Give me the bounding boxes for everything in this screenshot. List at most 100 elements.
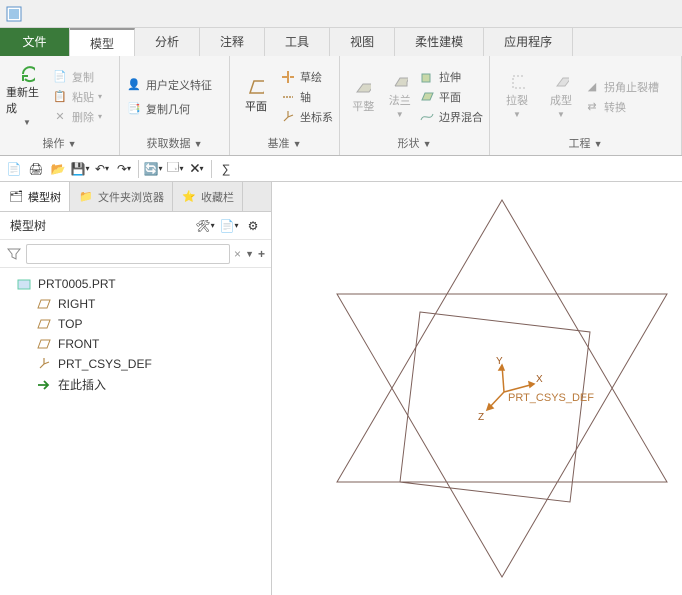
sketch-button[interactable]: 草绘	[280, 69, 333, 85]
model-tree: PRT0005.PRT RIGHT TOP FRONT PRT_CSYS_DEF…	[0, 268, 271, 595]
filter-add-icon[interactable]: +	[258, 247, 265, 261]
csys-icon	[280, 109, 296, 125]
plane2-button[interactable]: 平面	[419, 89, 483, 105]
new-icon[interactable]: 📄	[6, 161, 22, 177]
falan-button[interactable]: 法兰▼	[383, 60, 418, 133]
csys-label: PRT_CSYS_DEF	[508, 392, 594, 404]
filter-clear-icon[interactable]: ×	[234, 247, 241, 261]
tools-icon[interactable]: 🛠▾	[197, 218, 213, 234]
group-datum: 平面 草绘 轴 坐标系 基准 ▼	[230, 56, 340, 155]
delete-icon: ✕	[52, 109, 68, 125]
falan-icon	[392, 74, 408, 90]
zhuanhuan-button[interactable]: ⇄转换	[584, 99, 659, 115]
group-shape: 平整 法兰▼ 拉伸 平面 边界混合 形状 ▼	[340, 56, 490, 155]
csys-button[interactable]: 坐标系	[280, 109, 333, 125]
part-icon	[16, 276, 32, 292]
copy-button[interactable]: 📄复制	[52, 69, 102, 85]
side-head: 模型树 🛠▾ 📄▾ ⚙	[0, 212, 271, 240]
tree-item[interactable]: RIGHT	[8, 294, 263, 314]
copy-geom-icon: 📑	[126, 101, 142, 117]
paste-button[interactable]: 📋粘贴▾	[52, 89, 102, 105]
regenerate-icon	[19, 66, 35, 82]
tab-annotate[interactable]: 注释	[200, 28, 265, 56]
viewport[interactable]: X Y Z PRT_CSYS_DEF	[272, 182, 682, 595]
viewport-svg: X Y Z	[272, 182, 682, 595]
plane-button[interactable]: 平面	[236, 60, 276, 133]
save-icon[interactable]: 💾▾	[72, 161, 88, 177]
side-title: 模型树	[10, 217, 46, 234]
tree-icon: 🗂	[8, 189, 24, 205]
regen-icon[interactable]: 🔄▾	[145, 161, 161, 177]
folder-icon: 📁	[78, 189, 94, 205]
pingzheng-icon	[355, 80, 371, 96]
lalie-icon	[509, 74, 525, 90]
datum-plane-icon	[36, 336, 52, 352]
tree-item[interactable]: TOP	[8, 314, 263, 334]
windows-icon[interactable]: 🗔▾	[167, 161, 183, 177]
print-icon[interactable]: 🖨	[28, 161, 44, 177]
open-icon[interactable]: 📂	[50, 161, 66, 177]
extrude-icon	[419, 69, 435, 85]
delete-button[interactable]: ✕删除▾	[52, 109, 102, 125]
ribbon-content: 重新生成 ▼ 📄复制 📋粘贴▾ ✕删除▾ 操作 ▼ 👤用户定义特征 📑复制几何 …	[0, 56, 682, 156]
niaojiao-button[interactable]: ◢拐角止裂槽	[584, 79, 659, 95]
math-icon[interactable]: ∑	[218, 161, 234, 177]
axis-icon	[280, 89, 296, 105]
regenerate-button[interactable]: 重新生成 ▼	[6, 60, 48, 133]
settings-icon[interactable]: ⚙	[245, 218, 261, 234]
group-get-data: 👤用户定义特征 📑复制几何 获取数据 ▼	[120, 56, 230, 155]
ribbon-tabs: 文件 模型 分析 注释 工具 视图 柔性建模 应用程序	[0, 28, 682, 56]
arrow-right-icon	[36, 377, 52, 393]
filter-icon[interactable]	[6, 246, 22, 262]
copy-icon: 📄	[52, 69, 68, 85]
tab-flex[interactable]: 柔性建模	[395, 28, 484, 56]
side-tab-tree[interactable]: 🗂模型树	[0, 182, 70, 211]
sketch-icon	[280, 69, 296, 85]
tab-view[interactable]: 视图	[330, 28, 395, 56]
undo-icon[interactable]: ↶▾	[94, 161, 110, 177]
paste-icon: 📋	[52, 89, 68, 105]
filter-input[interactable]	[26, 244, 230, 264]
boundary-blend-button[interactable]: 边界混合	[419, 109, 483, 125]
tab-file[interactable]: 文件	[0, 28, 70, 56]
filter-dropdown-icon[interactable]: ▼	[245, 249, 254, 259]
filter-row: × ▼ +	[0, 240, 271, 268]
tree-root[interactable]: PRT0005.PRT	[8, 274, 263, 294]
group-ops: 重新生成 ▼ 📄复制 📋粘贴▾ ✕删除▾ 操作 ▼	[0, 56, 120, 155]
axis-y-label: Y	[496, 356, 503, 367]
tab-app[interactable]: 应用程序	[484, 28, 573, 56]
convert-icon: ⇄	[584, 99, 600, 115]
axis-button[interactable]: 轴	[280, 89, 333, 105]
copy-geom-button[interactable]: 📑复制几何	[126, 101, 212, 117]
datum-plane-icon	[36, 316, 52, 332]
datum-plane-icon	[36, 296, 52, 312]
tree-item[interactable]: PRT_CSYS_DEF	[8, 354, 263, 374]
chengxing-button[interactable]: 成型▼	[540, 60, 582, 133]
tree-item[interactable]: FRONT	[8, 334, 263, 354]
side-tabs: 🗂模型树 📁文件夹浏览器 ⭐收藏栏	[0, 182, 271, 212]
tree-item-insert[interactable]: 在此插入	[8, 374, 263, 395]
corner-icon: ◢	[584, 79, 600, 95]
pingzheng-button[interactable]: 平整	[346, 60, 381, 133]
lalie-button[interactable]: 拉裂▼	[496, 60, 538, 133]
chengxing-icon	[553, 74, 569, 90]
show-icon[interactable]: 📄▾	[221, 218, 237, 234]
redo-icon[interactable]: ↷▾	[116, 161, 132, 177]
close-icon[interactable]: 🗙▾	[189, 161, 205, 177]
app-icon	[6, 6, 22, 22]
extrude-button[interactable]: 拉伸	[419, 69, 483, 85]
group-eng: 拉裂▼ 成型▼ ◢拐角止裂槽 ⇄转换 工程 ▼	[490, 56, 682, 155]
user-feature-button[interactable]: 👤用户定义特征	[126, 77, 212, 93]
side-panel: 🗂模型树 📁文件夹浏览器 ⭐收藏栏 模型树 🛠▾ 📄▾ ⚙ × ▼ + PRT0…	[0, 182, 272, 595]
side-tab-browser[interactable]: 📁文件夹浏览器	[70, 182, 173, 211]
tab-analysis[interactable]: 分析	[135, 28, 200, 56]
axis-x-label: X	[536, 374, 543, 385]
tab-model[interactable]: 模型	[70, 28, 135, 56]
tab-tools[interactable]: 工具	[265, 28, 330, 56]
star-icon: ⭐	[181, 189, 197, 205]
quick-access-toolbar: 📄 🖨 📂 💾▾ ↶▾ ↷▾ 🔄▾ 🗔▾ 🗙▾ ∑	[0, 156, 682, 182]
side-tab-fav[interactable]: ⭐收藏栏	[173, 182, 243, 211]
axis-z-label: Z	[478, 412, 484, 423]
person-icon: 👤	[126, 77, 142, 93]
plane2-icon	[419, 89, 435, 105]
